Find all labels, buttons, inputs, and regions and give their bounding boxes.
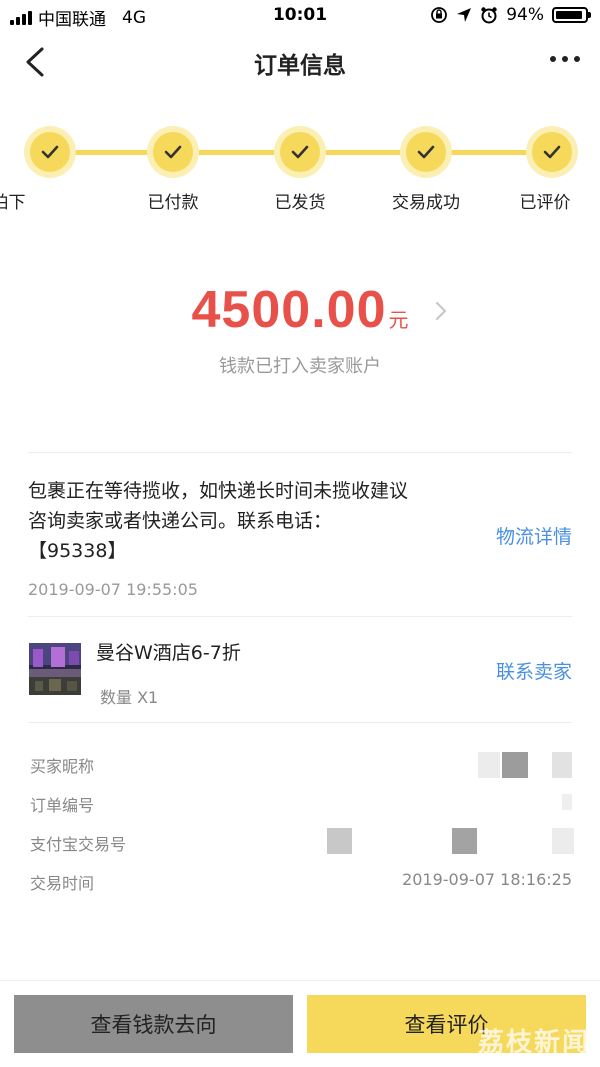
view-fund-flow-button[interactable]: 查看钱款去向	[14, 995, 293, 1053]
step-completed: 交易成功	[376, 126, 476, 213]
logistics-detail-link[interactable]: 物流详情	[496, 522, 572, 549]
nav-bar: 订单信息	[0, 34, 600, 90]
check-icon	[41, 145, 59, 159]
step-placed: 已拍下	[0, 126, 100, 213]
check-icon	[164, 145, 182, 159]
redacted-block	[552, 828, 574, 854]
amount-value: 4500.00	[191, 281, 387, 339]
status-bar: 中国联通 4G 10:01 94%	[0, 0, 600, 34]
redacted-block	[562, 794, 572, 810]
logistics-time: 2019-09-07 19:55:05	[28, 580, 198, 599]
transaction-time-label: 交易时间	[30, 874, 95, 893]
check-icon	[543, 145, 561, 159]
more-icon[interactable]	[550, 56, 580, 62]
step-label: 已发货	[274, 193, 326, 213]
watermark: 荔枝新闻	[477, 1028, 590, 1058]
step-label: 已拍下	[0, 193, 26, 213]
check-icon	[291, 145, 309, 159]
alarm-icon	[481, 7, 497, 24]
divider	[28, 722, 572, 723]
product-name[interactable]: 曼谷W酒店6-7折	[96, 638, 241, 665]
battery-icon	[552, 7, 591, 23]
logistics-section[interactable]: 包裹正在等待揽收，如快递长时间未揽收建议 咨询卖家或者快递公司。联系电话： 【9…	[28, 476, 572, 599]
amount-status: 钱款已打入卖家账户	[219, 356, 381, 377]
logistics-line: 【95338】	[28, 540, 127, 562]
logistics-message: 包裹正在等待揽收，如快递长时间未揽收建议 咨询卖家或者快递公司。联系电话： 【9…	[28, 476, 448, 566]
orientation-lock-icon	[431, 7, 448, 23]
divider	[28, 616, 572, 617]
step-shipped: 已发货	[250, 126, 350, 213]
step-reviewed: 已评价	[502, 126, 600, 213]
redacted-block	[502, 752, 528, 778]
step-label: 交易成功	[392, 193, 460, 213]
amount-section: 4500.00 元 钱款已打入卖家账户	[0, 280, 600, 378]
redacted-block	[452, 828, 477, 854]
product-quantity: 数量 X1	[100, 688, 159, 707]
hotel-photo	[29, 643, 81, 695]
check-icon	[417, 145, 435, 159]
step-label: 已评价	[519, 193, 571, 213]
chevron-right-icon[interactable]	[434, 300, 448, 322]
bottom-action-bar: 查看钱款去向 查看评价 荔枝新闻	[0, 980, 600, 1067]
logistics-line: 咨询卖家或者快递公司。联系电话：	[28, 510, 333, 532]
amount-unit: 元	[388, 308, 409, 332]
divider	[28, 452, 572, 453]
alipay-transaction-label: 支付宝交易号	[30, 835, 127, 854]
buyer-nickname-label: 买家昵称	[30, 757, 95, 776]
page-title: 订单信息	[254, 53, 346, 79]
location-icon	[457, 8, 472, 22]
redacted-block	[327, 828, 352, 854]
battery-percent: 94%	[506, 5, 544, 25]
step-paid: 已付款	[123, 126, 223, 213]
logistics-line: 包裹正在等待揽收，如快递长时间未揽收建议	[28, 480, 409, 502]
step-label: 已付款	[147, 193, 199, 213]
order-number-label: 订单编号	[30, 796, 95, 815]
contact-seller-link[interactable]: 联系卖家	[496, 657, 572, 684]
amount-row[interactable]: 4500.00 元	[191, 280, 447, 340]
product-thumbnail[interactable]	[29, 643, 81, 695]
view-review-label: 查看评价	[404, 1013, 489, 1037]
redacted-block	[478, 752, 500, 778]
redacted-block	[552, 752, 572, 778]
transaction-time-value: 2019-09-07 18:16:25	[402, 870, 572, 889]
order-progress: 已拍下 已付款 已发货 交易成功 已评价	[0, 118, 600, 228]
